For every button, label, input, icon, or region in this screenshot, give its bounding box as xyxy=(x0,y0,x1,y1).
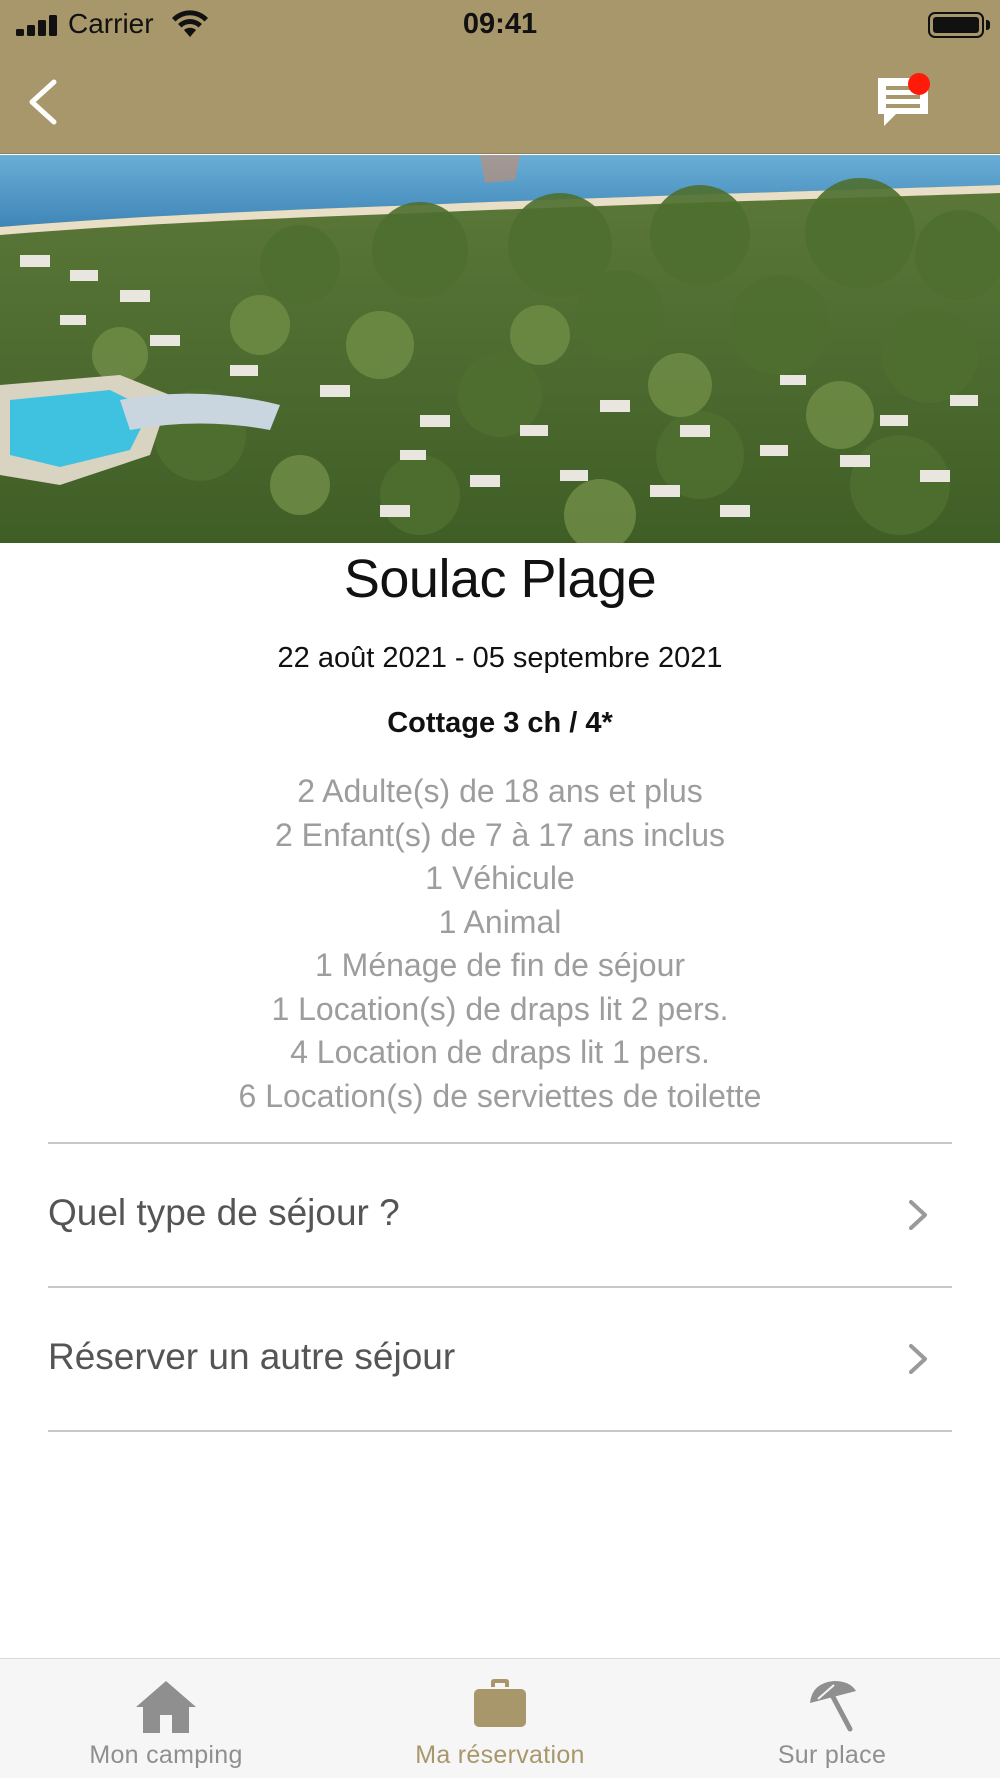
tab-mon-camping[interactable]: Mon camping xyxy=(66,1659,266,1778)
chat-icon[interactable] xyxy=(874,70,940,130)
chevron-right-icon xyxy=(909,1344,927,1374)
home-icon xyxy=(136,1681,196,1733)
option-item: 1 Location(s) de draps lit 2 pers. xyxy=(271,990,729,1027)
option-item: 2 Adulte(s) de 18 ans et plus xyxy=(297,773,703,809)
book-another-stay-link[interactable]: Réserver un autre séjour xyxy=(48,1288,952,1428)
option-item: 1 Animal xyxy=(438,903,562,940)
option-item: 1 Véhicule xyxy=(425,860,575,896)
book-another-stay-label: Réserver un autre séjour xyxy=(48,1336,456,1377)
back-button[interactable] xyxy=(22,72,72,132)
battery-tip xyxy=(986,20,990,30)
accommodation-type: Cottage 3 ch / 4* xyxy=(387,707,613,739)
beach-umbrella-icon xyxy=(810,1681,856,1732)
briefcase-icon xyxy=(474,1679,526,1727)
tab-label: Ma réservation xyxy=(415,1741,585,1769)
status-bar: Carrier 09:41 xyxy=(0,0,1000,52)
notification-dot xyxy=(908,73,930,95)
tab-sur-place[interactable]: Sur place xyxy=(732,1659,932,1778)
option-item: 4 Location de draps lit 1 pers. xyxy=(290,1034,710,1070)
chevron-right-icon xyxy=(909,1200,927,1230)
option-item: 2 Enfant(s) de 7 à 17 ans inclus xyxy=(274,816,726,853)
status-time: 09:41 xyxy=(462,8,538,40)
option-item: 1 Ménage de fin de séjour xyxy=(314,947,686,983)
stay-dates: 22 août 2021 - 05 septembre 2021 xyxy=(277,642,723,674)
tab-label: Sur place xyxy=(777,1741,887,1769)
stay-type-label: Quel type de séjour ? xyxy=(48,1192,400,1233)
tab-ma-reservation[interactable]: Ma réservation xyxy=(385,1659,615,1778)
reservation-options-list: 2 Adulte(s) de 18 ans et plus 2 Enfant(s… xyxy=(0,770,1000,1118)
campsite-title: Soulac Plage xyxy=(343,549,657,609)
option-item: 6 Location(s) de serviettes de toilette xyxy=(238,1077,762,1114)
campsite-aerial-photo xyxy=(0,155,1000,543)
divider xyxy=(48,1430,952,1432)
stay-type-link[interactable]: Quel type de séjour ? xyxy=(48,1144,952,1284)
tab-bar: Mon camping Ma réservation Sur place xyxy=(0,1658,1000,1778)
battery-icon xyxy=(928,12,984,38)
tab-label: Mon camping xyxy=(89,1741,243,1769)
header-bar: Carrier 09:41 xyxy=(0,0,1000,154)
